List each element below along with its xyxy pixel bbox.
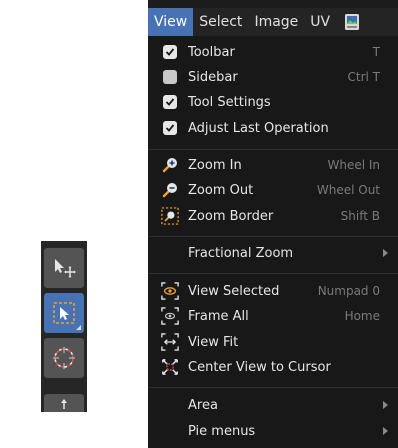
menu-item-zoom-border[interactable]: Zoom Border Shift B bbox=[148, 204, 398, 228]
image-editor-icon[interactable] bbox=[340, 10, 364, 34]
transform-icon bbox=[61, 399, 67, 409]
menu-item-fractional-zoom[interactable]: Fractional Zoom bbox=[148, 241, 398, 265]
submenu-arrow-icon bbox=[383, 427, 388, 435]
zoom-out-icon bbox=[161, 181, 179, 199]
menu-item-shortcut: Shift B bbox=[340, 209, 380, 223]
menu-item-label: Pie menus bbox=[188, 423, 256, 439]
menu-item-label: Zoom Border bbox=[188, 208, 274, 224]
menu-item-view-selected[interactable]: View Selected Numpad 0 bbox=[148, 279, 398, 303]
menu-item-shortcut: Wheel In bbox=[327, 158, 380, 172]
menu-image[interactable]: Image bbox=[248, 8, 304, 36]
view-menu-dropdown: Toolbar T Sidebar Ctrl T Tool Settings A… bbox=[148, 36, 398, 448]
menu-item-shortcut: T bbox=[372, 45, 380, 59]
menu-item-toolbar[interactable]: Toolbar T bbox=[148, 40, 398, 64]
center-cursor-icon bbox=[161, 358, 179, 376]
menu-item-center-view-to-cursor[interactable]: Center View to Cursor bbox=[148, 355, 398, 379]
menu-separator bbox=[148, 387, 398, 388]
menu-item-zoom-out[interactable]: Zoom Out Wheel Out bbox=[148, 178, 398, 202]
menu-item-shortcut: Numpad 0 bbox=[317, 284, 380, 298]
checkbox-checked-icon[interactable] bbox=[161, 43, 179, 61]
view-fit-icon bbox=[161, 333, 179, 351]
menu-item-shortcut: Home bbox=[344, 309, 380, 323]
menu-item-label: Adjust Last Operation bbox=[188, 120, 329, 136]
menu-item-label: Zoom Out bbox=[188, 182, 254, 198]
tool-shelf bbox=[41, 241, 87, 412]
menu-item-label: Fractional Zoom bbox=[188, 245, 294, 261]
menu-item-area[interactable]: Area bbox=[148, 393, 398, 417]
menu-item-zoom-in[interactable]: Zoom In Wheel In bbox=[148, 153, 398, 177]
menu-select[interactable]: Select bbox=[193, 8, 248, 36]
menu-item-view-fit[interactable]: View Fit bbox=[148, 330, 398, 354]
cursor-tool-button[interactable] bbox=[44, 338, 84, 378]
menu-uv[interactable]: UV bbox=[304, 8, 336, 36]
menu-item-label: View Fit bbox=[188, 334, 239, 350]
menu-item-label: View Selected bbox=[188, 283, 280, 299]
menu-view[interactable]: View bbox=[148, 8, 194, 36]
zoom-in-icon bbox=[161, 156, 179, 174]
menu-item-label: Center View to Cursor bbox=[188, 359, 331, 375]
menu-item-label: Area bbox=[188, 397, 218, 413]
transform-tool-button[interactable] bbox=[44, 394, 84, 412]
menu-item-shortcut: Ctrl T bbox=[347, 70, 381, 84]
checkbox-checked-icon[interactable] bbox=[161, 93, 179, 111]
menu-item-frame-all[interactable]: Frame All Home bbox=[148, 304, 398, 328]
menu-item-label: Tool Settings bbox=[188, 94, 271, 110]
menu-separator bbox=[148, 273, 398, 274]
menu-item-label: Zoom In bbox=[188, 157, 242, 173]
menu-item-sidebar[interactable]: Sidebar Ctrl T bbox=[148, 65, 398, 89]
menu-item-label: Frame All bbox=[188, 308, 249, 324]
menu-item-shortcut: Wheel Out bbox=[316, 183, 380, 197]
zoom-border-icon bbox=[161, 207, 179, 225]
menubar: View Select Image UV bbox=[148, 8, 398, 36]
checkbox-checked-icon[interactable] bbox=[161, 119, 179, 137]
submenu-arrow-icon bbox=[383, 249, 388, 257]
checkbox-unchecked-icon[interactable] bbox=[161, 68, 179, 86]
menu-separator bbox=[148, 236, 398, 237]
view-selected-icon bbox=[161, 282, 179, 300]
menu-item-label: Sidebar bbox=[188, 69, 238, 85]
select-box-tool-button[interactable] bbox=[44, 293, 84, 333]
move-tool-button[interactable] bbox=[44, 248, 84, 288]
tool-variants-indicator bbox=[76, 325, 81, 330]
submenu-arrow-icon bbox=[383, 401, 388, 409]
menu-item-label: Toolbar bbox=[188, 44, 235, 60]
frame-all-icon bbox=[161, 307, 179, 325]
image-editor-header: View Select Image UV Toolbar T Sidebar C… bbox=[148, 0, 398, 448]
cursor-icon bbox=[53, 347, 75, 369]
select-box-icon bbox=[53, 302, 75, 324]
menu-separator bbox=[148, 149, 398, 150]
menu-item-tool-settings[interactable]: Tool Settings bbox=[148, 90, 398, 114]
menu-item-adjust-last-operation[interactable]: Adjust Last Operation bbox=[148, 116, 398, 140]
menu-item-pie-menus[interactable]: Pie menus bbox=[148, 419, 398, 443]
move-icon bbox=[55, 259, 76, 278]
